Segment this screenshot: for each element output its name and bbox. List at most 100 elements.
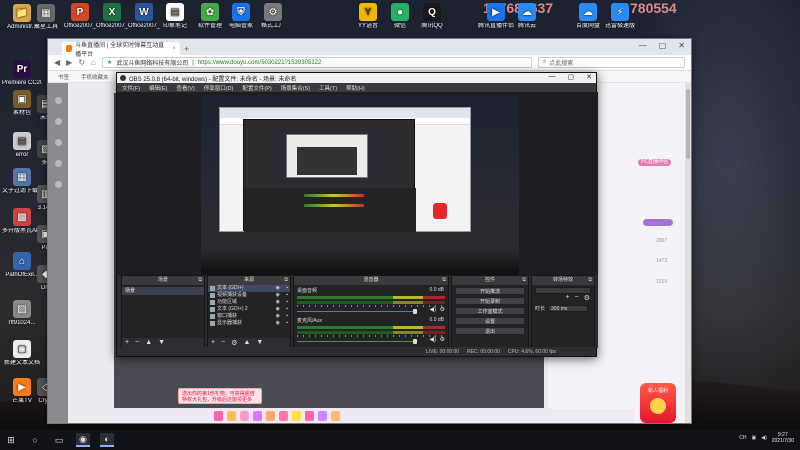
- duration-input[interactable]: 300 ms: [548, 305, 589, 312]
- obs-menu-item[interactable]: 查看(V): [176, 84, 194, 92]
- lock-icon[interactable]: ▪: [286, 320, 288, 327]
- tab-close-icon[interactable]: ×: [172, 46, 176, 52]
- nav-dot-icon[interactable]: [54, 160, 62, 167]
- desktop-icon[interactable]: ☁ 腾讯云: [507, 3, 547, 30]
- obs-menu-item[interactable]: 场景集合(S): [281, 84, 310, 92]
- move-up-button[interactable]: ▲: [145, 339, 152, 346]
- studio-mode-button[interactable]: 工作室模式: [455, 307, 525, 315]
- dock-float-icon[interactable]: ⧉: [198, 276, 202, 285]
- browser-search-input[interactable]: ⌕ 点此搜索: [537, 57, 685, 68]
- page-scrollbar[interactable]: [685, 83, 691, 423]
- exit-button[interactable]: 退出: [455, 327, 525, 335]
- add-transition-button[interactable]: +: [566, 294, 570, 302]
- desktop-icon[interactable]: ▤ 印象笔记: [155, 3, 195, 30]
- move-down-button[interactable]: ▼: [256, 339, 263, 346]
- obs-window[interactable]: OBS 25.0.8 (64-bit, windows) - 配置文件: 未命名…: [116, 72, 598, 357]
- visibility-eye-icon[interactable]: ◉: [276, 285, 280, 292]
- browser-tab[interactable]: 斗鱼直播间 | 全球实时弹幕互动直播平台 ×: [62, 42, 180, 58]
- home-icon[interactable]: ⌂: [91, 58, 96, 67]
- obs-minimize-button[interactable]: —: [549, 73, 556, 81]
- lock-icon[interactable]: ▪: [286, 306, 288, 313]
- desktop-icon[interactable]: ▢ 新建文本文档: [2, 340, 42, 367]
- bookmark-item[interactable]: 书签: [58, 73, 69, 81]
- nav-dot-icon[interactable]: [54, 118, 62, 125]
- source-item[interactable]: 文本 (GDI+) ◉ ▪: [208, 285, 290, 292]
- scene-item[interactable]: 场景: [122, 287, 204, 295]
- visibility-eye-icon[interactable]: ◉: [276, 292, 280, 299]
- source-item[interactable]: 文本 (GDI+) 2 ◉ ▪: [208, 306, 290, 313]
- remove-transition-button[interactable]: −: [575, 294, 579, 302]
- obs-close-button[interactable]: ✕: [586, 73, 592, 81]
- taskbar-browser-icon[interactable]: ◉: [76, 433, 90, 447]
- dock-float-icon[interactable]: ⧉: [522, 276, 526, 285]
- tray-language[interactable]: CH: [739, 435, 746, 441]
- obs-menu-item[interactable]: 配置文件(P): [242, 84, 271, 92]
- start-streaming-button[interactable]: 开始推流: [455, 287, 525, 295]
- speaker-icon[interactable]: ◀): [429, 306, 436, 313]
- add-scene-button[interactable]: +: [125, 339, 129, 346]
- move-up-button[interactable]: ▲: [243, 339, 250, 346]
- obs-menu-item[interactable]: 帮助(H): [346, 84, 365, 92]
- dock-float-icon[interactable]: ⧉: [284, 276, 288, 285]
- nav-dot-icon[interactable]: [54, 181, 62, 188]
- lock-icon[interactable]: ▪: [286, 292, 288, 299]
- lock-icon[interactable]: ▪: [286, 299, 288, 306]
- refresh-icon[interactable]: ↻: [78, 58, 85, 67]
- gear-icon[interactable]: ⚙: [440, 336, 445, 343]
- obs-preview[interactable]: [117, 92, 598, 275]
- desktop-icon[interactable]: Pr Premiere CC2019: [2, 60, 42, 87]
- gear-icon[interactable]: ⚙: [440, 306, 445, 313]
- nav-dot-icon[interactable]: [54, 97, 62, 104]
- scrollbar-thumb[interactable]: [686, 89, 690, 159]
- desktop-icon[interactable]: ▨ rff91024...: [2, 300, 42, 327]
- pc-assistant-badge[interactable]: PC直播伴侣: [638, 159, 671, 166]
- obs-menu-item[interactable]: 文件(F): [122, 84, 140, 92]
- fader-knob[interactable]: [413, 339, 417, 344]
- move-down-button[interactable]: ▼: [158, 339, 165, 346]
- url-input[interactable]: ★ 武汉斗鱼网络科技有限公司 | https://www.douyu.com/5…: [101, 57, 532, 68]
- start-recording-button[interactable]: 开始录制: [455, 297, 525, 305]
- tray-clock[interactable]: 9:27 2021/7/30: [772, 432, 794, 444]
- obs-menu-item[interactable]: 编辑(E): [149, 84, 167, 92]
- gift-toast[interactable]: 送出你的第1份礼物，可获得超值 特权大礼包，升级后还能领更多: [178, 388, 262, 404]
- visibility-eye-icon[interactable]: ◉: [276, 320, 280, 327]
- remove-source-button[interactable]: −: [221, 339, 225, 346]
- obs-menu-item[interactable]: 工具(T): [319, 84, 337, 92]
- fader-knob[interactable]: [413, 309, 417, 314]
- close-button[interactable]: ✕: [678, 41, 685, 50]
- dock-float-icon[interactable]: ⧉: [588, 276, 592, 285]
- desktop-icon[interactable]: ⚙ 格式工厂: [253, 3, 293, 30]
- visibility-eye-icon[interactable]: ◉: [276, 313, 280, 320]
- desktop-icon[interactable]: ⚡ 迅雷极速版: [600, 3, 640, 30]
- lock-icon[interactable]: ▪: [286, 285, 288, 292]
- obs-maximize-button[interactable]: ▢: [568, 73, 575, 81]
- volume-fader[interactable]: [297, 339, 445, 344]
- taskbar-search-icon[interactable]: ○: [28, 433, 42, 447]
- start-button[interactable]: ⊞: [4, 433, 18, 447]
- forward-icon[interactable]: ▶: [66, 58, 72, 67]
- source-item[interactable]: 功能区域 ◉ ▪: [208, 299, 290, 306]
- taskbar-obs-icon[interactable]: ◐: [100, 433, 114, 447]
- source-item[interactable]: 显示器捕获 ◉ ▪: [208, 320, 290, 327]
- new-tab-button[interactable]: +: [184, 43, 189, 55]
- desktop-icon[interactable]: Q 腾讯QQ: [412, 3, 452, 30]
- transition-select[interactable]: [535, 287, 591, 294]
- tray-volume-icon[interactable]: ◀): [761, 435, 767, 441]
- volume-fader[interactable]: [297, 309, 445, 314]
- nav-dot-icon[interactable]: [54, 139, 62, 146]
- obs-menu-item[interactable]: 停靠窗口(D): [204, 84, 234, 92]
- add-source-button[interactable]: +: [211, 339, 215, 346]
- back-icon[interactable]: ◀: [54, 58, 60, 67]
- speaker-icon[interactable]: ◀): [429, 336, 436, 343]
- bookmark-item[interactable]: 手机收藏夹: [81, 73, 109, 81]
- tray-network-icon[interactable]: ▣: [752, 435, 757, 441]
- source-item[interactable]: 窗口捕获 ◉ ▪: [208, 313, 290, 320]
- source-settings-button[interactable]: ⚙: [231, 339, 237, 347]
- minimize-button[interactable]: —: [639, 41, 647, 50]
- dock-float-icon[interactable]: ⧉: [442, 276, 446, 285]
- newcomer-gift-badge[interactable]: 新人福利: [640, 383, 676, 423]
- transition-settings-icon[interactable]: ⚙: [584, 294, 590, 302]
- visibility-eye-icon[interactable]: ◉: [276, 299, 280, 306]
- settings-button[interactable]: 设置: [455, 317, 525, 325]
- visibility-eye-icon[interactable]: ◉: [276, 306, 280, 313]
